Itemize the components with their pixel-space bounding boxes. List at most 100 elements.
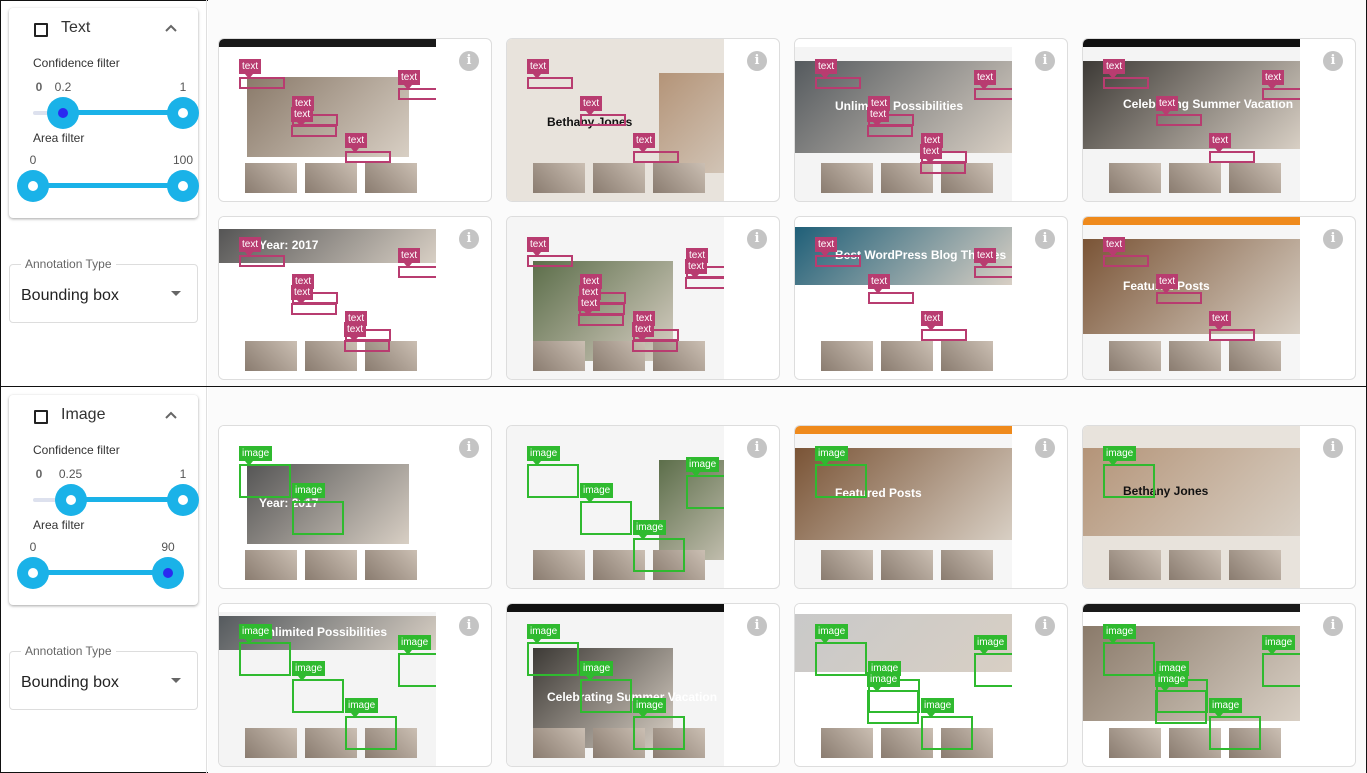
filter-card-header[interactable]: Text [9, 8, 198, 48]
slider-thumb-high[interactable] [167, 170, 199, 202]
annotation-tag: image [292, 661, 326, 681]
annotation-box[interactable] [1262, 653, 1300, 687]
annotation-box[interactable] [1103, 464, 1155, 498]
info-icon[interactable]: i [747, 51, 767, 71]
slider-thumb-low[interactable] [17, 557, 49, 589]
annotation-type-select[interactable]: Annotation Type Bounding box [9, 257, 198, 323]
annotation-tag: text [398, 70, 421, 90]
thumbnail-card[interactable]: Unlimited Possibilities image image image im… [218, 603, 492, 767]
slider-thumb-high[interactable] [167, 97, 199, 129]
annotation-tag: image [345, 698, 379, 718]
info-icon[interactable]: i [747, 438, 767, 458]
info-icon[interactable]: i [747, 616, 767, 636]
info-icon[interactable]: i [1323, 438, 1343, 458]
annotation-box[interactable] [398, 653, 436, 687]
thumbnail-card[interactable]: Unlimited Possibilities text text text text t… [794, 38, 1068, 202]
thumbnail-card[interactable]: image image image image image i [1082, 603, 1356, 767]
site-header-bar [219, 39, 436, 47]
info-icon[interactable]: i [1035, 229, 1055, 249]
annotation-box[interactable] [527, 642, 579, 676]
slider-thumb-low[interactable] [47, 97, 79, 129]
annotation-box[interactable] [1103, 642, 1155, 676]
thumb-dot [65, 495, 76, 505]
info-icon[interactable]: i [1035, 438, 1055, 458]
annotation-box[interactable] [239, 642, 291, 676]
site-post-image [305, 550, 357, 580]
category-checkbox[interactable] [34, 410, 48, 424]
annotation-type-legend: Annotation Type [21, 644, 116, 658]
annotation-box[interactable] [921, 716, 973, 750]
annotation-tag: text [1156, 274, 1179, 294]
annotation-box[interactable] [815, 642, 867, 676]
annotation-box[interactable] [686, 475, 724, 509]
site-post-image [1109, 163, 1161, 193]
annotation-box[interactable] [974, 653, 1012, 687]
annotation-tag: text [1156, 96, 1179, 116]
confidence-filter-slider[interactable] [33, 96, 199, 130]
annotation-box[interactable] [1155, 690, 1207, 724]
annotation-tag: image [1155, 672, 1189, 692]
site-post-image [1169, 550, 1221, 580]
thumbnail-card[interactable]: Celebrating Summer Vacation text text text t… [1082, 38, 1356, 202]
annotation-tag: text [632, 322, 655, 342]
annotation-box[interactable] [580, 501, 632, 535]
annotation-tag: image [633, 698, 667, 718]
area-filter-label: Area filter [33, 131, 85, 145]
thumbnail-card[interactable]: text text text text text text text text i [506, 216, 780, 380]
thumbnail-card[interactable]: Best WordPress Blog Themes text text text te… [794, 216, 1068, 380]
info-icon[interactable]: i [459, 616, 479, 636]
slider-thumb-high[interactable] [167, 484, 199, 516]
chevron-up-icon[interactable] [163, 407, 179, 423]
info-icon[interactable]: i [1035, 616, 1055, 636]
annotation-box[interactable] [345, 716, 397, 750]
thumb-dot [163, 568, 173, 578]
info-icon[interactable]: i [459, 229, 479, 249]
site-post-image [821, 163, 873, 193]
annotation-box[interactable] [633, 538, 685, 572]
filter-card: Text Confidence filter 0.2 1 0 Area filter 0 10… [9, 8, 199, 218]
filter-card-header[interactable]: Image [9, 395, 198, 435]
annotation-box[interactable] [292, 679, 344, 713]
annotation-box[interactable] [1209, 716, 1261, 750]
annotation-box[interactable] [580, 679, 632, 713]
thumbnail-card[interactable]: Bethany Jones image i [1082, 425, 1356, 589]
annotation-box[interactable] [867, 690, 919, 724]
annotation-box[interactable] [292, 501, 344, 535]
area-filter-slider[interactable] [17, 169, 199, 203]
info-icon[interactable]: i [459, 51, 479, 71]
thumbnail-card[interactable]: Celebrating Summer Vacation image image ima… [506, 603, 780, 767]
category-checkbox[interactable] [34, 23, 48, 37]
annotation-box[interactable] [527, 464, 579, 498]
site-headline: Year: 2017 [259, 238, 319, 252]
thumb-dot [28, 568, 38, 578]
thumbnail-card[interactable]: text text text text text i [218, 38, 492, 202]
thumbnail-card[interactable]: image image image image i [506, 425, 780, 589]
info-icon[interactable]: i [1323, 229, 1343, 249]
site-post-image [533, 550, 585, 580]
thumbnail-card[interactable]: Bethany Jones text text text i [506, 38, 780, 202]
area-filter-slider[interactable] [17, 556, 184, 590]
thumbnail-card[interactable]: Year: 2017 text text text text text text i [218, 216, 492, 380]
chevron-up-icon[interactable] [163, 20, 179, 36]
thumbnail-card[interactable]: image image image image image i [794, 603, 1068, 767]
slider-thumb-high[interactable] [152, 557, 184, 589]
thumbnail-card[interactable]: Featured Posts text text text i [1082, 216, 1356, 380]
annotation-tag: image [1262, 635, 1296, 655]
slider-thumb-low[interactable] [54, 484, 87, 516]
thumbnail-card[interactable]: Featured Posts image i [794, 425, 1068, 589]
annotation-box[interactable] [633, 716, 685, 750]
annotation-type-select[interactable]: Annotation Type Bounding box [9, 644, 198, 710]
info-icon[interactable]: i [1323, 51, 1343, 71]
annotation-box[interactable] [239, 464, 291, 498]
annotation-box[interactable] [815, 464, 867, 498]
site-headline: Unlimited Possibilities [835, 99, 964, 113]
info-icon[interactable]: i [1323, 616, 1343, 636]
info-icon[interactable]: i [747, 229, 767, 249]
thumb-dot [178, 108, 188, 118]
thumbnail-card[interactable]: Year: 2017 image image i [218, 425, 492, 589]
info-icon[interactable]: i [1035, 51, 1055, 71]
slider-thumb-low[interactable] [17, 170, 49, 202]
confidence-filter-slider[interactable] [33, 483, 199, 517]
info-icon[interactable]: i [459, 438, 479, 458]
site-post-image [941, 341, 993, 371]
